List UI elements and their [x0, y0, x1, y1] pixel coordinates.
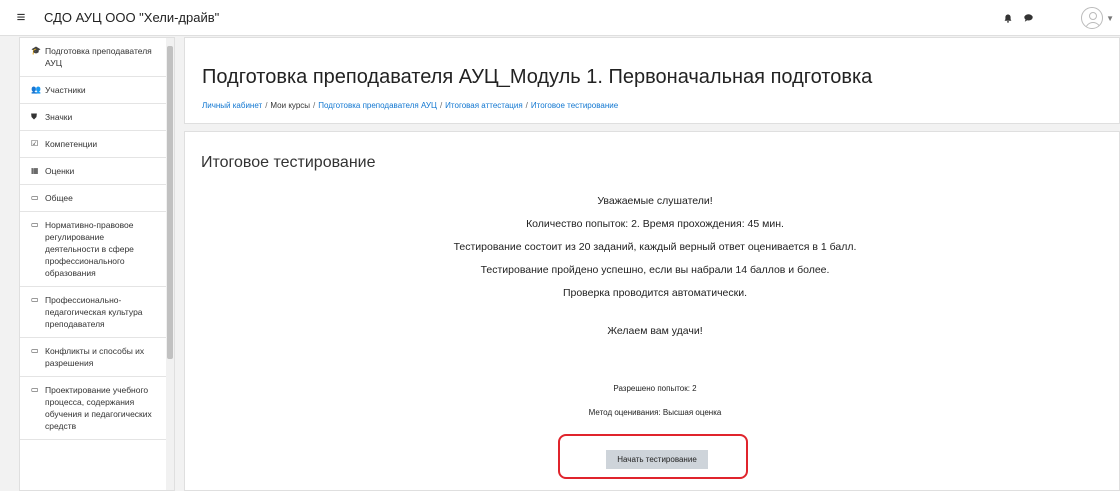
course-sidebar: 🎓 Подготовка преподавателя АУЦ 👥 Участники ⛊… — [19, 37, 175, 491]
folder-icon: ▭ — [31, 193, 39, 202]
intro-line: Уважаемые слушатели! — [597, 195, 713, 207]
sidebar-item-label: Общее — [45, 193, 73, 203]
chat-icon[interactable] — [1021, 11, 1035, 25]
bell-icon[interactable] — [1001, 11, 1015, 25]
chevron-down-icon[interactable]: ▼ — [1106, 14, 1114, 23]
users-icon: 👥 — [31, 85, 41, 94]
sidebar-item-label: Нормативно-правовое регулирование деятел… — [45, 220, 134, 278]
checkbox-icon: ☑ — [31, 139, 39, 148]
breadcrumb: Личный кабинет / Мои курсы / Подготовка преп… — [202, 101, 618, 110]
navbar-right: ▼ — [1001, 0, 1114, 36]
sidebar-scroll-thumb[interactable] — [167, 46, 173, 359]
breadcrumb-item[interactable]: Личный кабинет — [202, 101, 262, 110]
top-navbar: ≡ СДО АУЦ ООО "Хели-драйв" ▼ — [0, 0, 1120, 36]
sidebar-item-label: Оценки — [45, 166, 75, 176]
page-header: Подготовка преподавателя АУЦ_Модуль 1. П… — [184, 37, 1120, 124]
breadcrumb-separator: / — [439, 101, 443, 110]
sidebar-item[interactable]: ▭ Конфликты и способы их разрешения — [20, 338, 168, 377]
sidebar-nav: 🎓 Подготовка преподавателя АУЦ 👥 Участники ⛊… — [20, 38, 174, 440]
breadcrumb-item: Мои курсы — [270, 101, 311, 110]
folder-icon: ▭ — [31, 346, 39, 355]
grading-method: Метод оценивания: Высшая оценка — [588, 408, 722, 417]
sidebar-item[interactable]: ▦ Оценки — [20, 158, 168, 185]
graduation-cap-icon: 🎓 — [31, 46, 41, 55]
attempts-allowed: Разрешено попыток: 2 — [613, 384, 697, 393]
breadcrumb-item[interactable]: Итоговая аттестация — [445, 101, 523, 110]
sidebar-item[interactable]: 👥 Участники — [20, 77, 168, 104]
sidebar-item-label: Компетенции — [45, 139, 98, 149]
good-luck-text: Желаем вам удачи! — [607, 325, 703, 337]
sidebar-item[interactable]: ▭ Профессионально-педагогическая культура… — [20, 287, 168, 338]
start-quiz-button[interactable]: Начать тестирование — [606, 450, 708, 469]
sidebar-item-label: Проектирование учебного процесса, содерж… — [45, 385, 152, 431]
intro-line: Тестирование пройдено успешно, если вы н… — [480, 264, 830, 276]
breadcrumb-item[interactable]: Подготовка преподавателя АУЦ — [318, 101, 437, 110]
quiz-card: Итоговое тестирование Уважаемые слушател… — [184, 131, 1120, 491]
sidebar-item-label: Конфликты и способы их разрешения — [45, 346, 145, 368]
folder-icon: ▭ — [31, 220, 39, 229]
sidebar-item[interactable]: ▭ Проектирование учебного процесса, содер… — [20, 377, 168, 440]
sidebar-item-label: Подготовка преподавателя АУЦ — [45, 46, 152, 68]
sidebar-scrollbar[interactable] — [166, 38, 174, 490]
table-icon: ▦ — [31, 166, 39, 175]
breadcrumb-item[interactable]: Итоговое тестирование — [531, 101, 618, 110]
sidebar-item-label: Участники — [45, 85, 86, 95]
shield-icon: ⛊ — [31, 112, 37, 121]
site-name[interactable]: СДО АУЦ ООО "Хели-драйв" — [44, 10, 219, 25]
breadcrumb-separator: / — [313, 101, 316, 110]
sidebar-item[interactable]: ▭ Общее — [20, 185, 168, 212]
sidebar-item[interactable]: ⛊ Значки — [20, 104, 168, 131]
sidebar-item-label: Профессионально-педагогическая культура … — [45, 295, 143, 329]
sidebar-item[interactable]: ☑ Компетенции — [20, 131, 168, 158]
sidebar-item-label: Значки — [45, 112, 73, 122]
breadcrumb-separator: / — [525, 101, 528, 110]
folder-icon: ▭ — [31, 385, 39, 394]
intro-line: Проверка проводится автоматически. — [562, 287, 748, 299]
hamburger-icon[interactable]: ≡ — [8, 5, 34, 31]
quiz-intro: Уважаемые слушатели! Количество попыток:… — [185, 190, 1120, 305]
folder-icon: ▭ — [31, 295, 39, 304]
breadcrumb-separator: / — [265, 101, 268, 110]
sidebar-item[interactable]: ▭ Нормативно-правовое регулирование деяте… — [20, 212, 168, 287]
intro-line: Тестирование состоит из 20 заданий, кажд… — [453, 241, 857, 253]
user-avatar-icon[interactable] — [1081, 7, 1104, 29]
page-title: Подготовка преподавателя АУЦ_Модуль 1. П… — [202, 66, 873, 88]
section-title: Итоговое тестирование — [201, 154, 376, 171]
intro-line: Количество попыток: 2. Время прохождения… — [526, 218, 784, 230]
sidebar-item[interactable]: 🎓 Подготовка преподавателя АУЦ — [20, 38, 168, 77]
start-button-highlight: Начать тестирование — [558, 434, 748, 479]
